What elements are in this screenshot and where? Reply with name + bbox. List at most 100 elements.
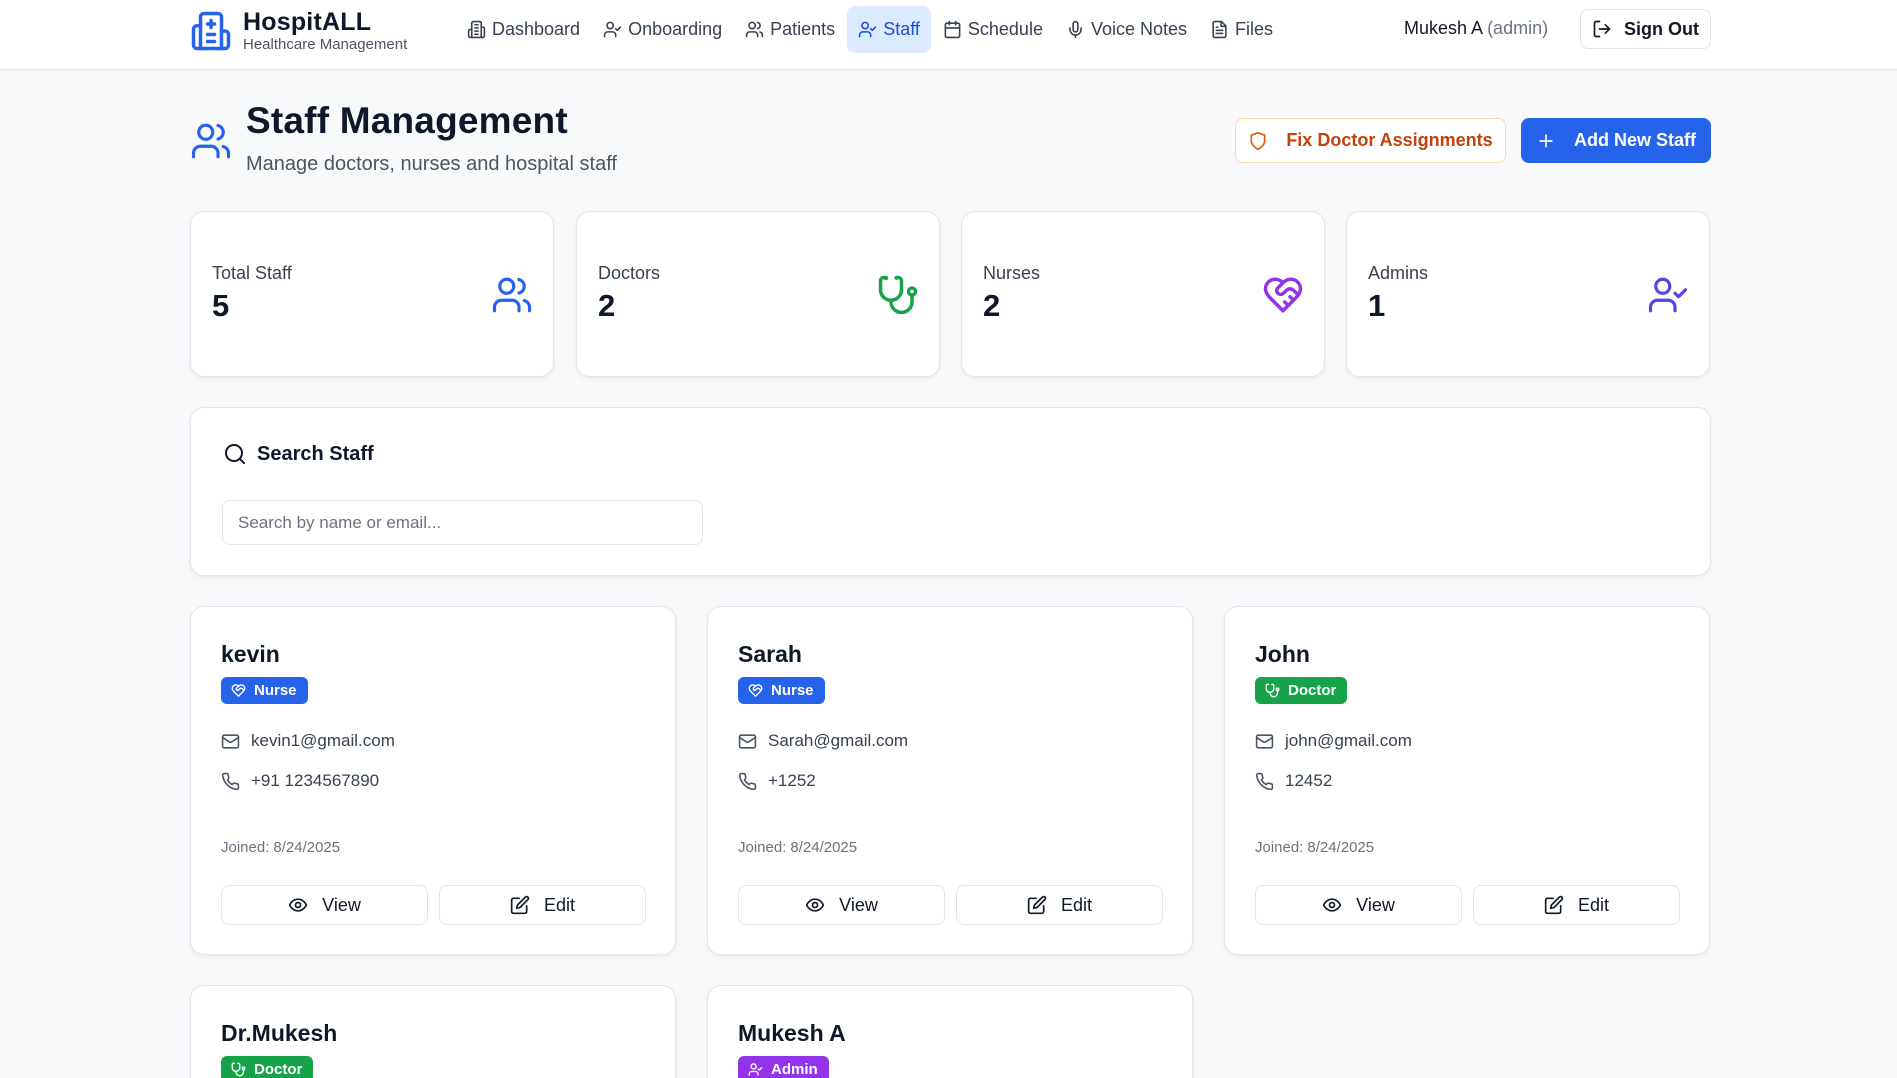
building-icon (467, 20, 492, 39)
staff-name: Sarah (738, 641, 802, 667)
mail-icon (738, 732, 768, 751)
view-button[interactable]: View (1255, 885, 1462, 925)
email-text: john@gmail.com (1285, 731, 1412, 750)
nav-onboarding[interactable]: Onboarding (592, 6, 733, 53)
view-button[interactable]: View (221, 885, 428, 925)
joined-label: Joined: (738, 839, 787, 856)
email-text: Sarah@gmail.com (768, 731, 909, 750)
edit-button[interactable]: Edit (1473, 885, 1680, 925)
email-text: kevin1@gmail.com (251, 731, 395, 750)
eye-icon (1322, 895, 1356, 915)
staff-email: john@gmail.com (1255, 731, 1412, 751)
search-staff-panel: Search Staff (190, 407, 1711, 576)
joined-label: Joined: (1255, 839, 1304, 856)
edit-icon (1027, 895, 1061, 915)
phone-text: +91 1234567890 (251, 771, 380, 790)
stethoscope-icon (1265, 683, 1288, 698)
sign-out-button[interactable]: Sign Out (1580, 9, 1711, 49)
joined-label: Joined: (221, 839, 270, 856)
phone-text: 12452 (1285, 771, 1333, 790)
staff-card: John Doctor john@gmail.com 12452 Joined:… (1224, 606, 1710, 955)
fix-doctor-assignments-button[interactable]: Fix Doctor Assignments (1235, 118, 1506, 163)
user-check-icon (858, 20, 883, 39)
add-new-staff-button[interactable]: Add New Staff (1521, 118, 1711, 163)
nav-voice-notes[interactable]: Voice Notes (1055, 6, 1198, 53)
nav-dashboard[interactable]: Dashboard (456, 6, 591, 53)
stat-value: 5 (212, 288, 230, 323)
role-label: Doctor (254, 1061, 303, 1078)
joined-value: 8/24/2025 (790, 839, 858, 856)
stat-value: 1 (1368, 288, 1386, 323)
shield-icon (1248, 131, 1286, 151)
staff-phone: +1252 (738, 771, 816, 791)
brand-subtitle: Healthcare Management (243, 36, 408, 53)
user-check-icon (603, 20, 628, 39)
search-input[interactable] (222, 500, 703, 545)
stethoscope-icon (877, 274, 919, 316)
staff-card: Sarah Nurse Sarah@gmail.com +1252 Joined… (707, 606, 1193, 955)
edit-label: Edit (1577, 894, 1610, 915)
stat-card-total-staff: Total Staff 5 (190, 211, 554, 377)
role-label: Doctor (1288, 682, 1337, 699)
staff-phone: 12452 (1255, 771, 1332, 791)
nav-files[interactable]: Files (1199, 6, 1284, 53)
stat-label: Total Staff (212, 263, 292, 283)
nav-staff[interactable]: Staff (847, 6, 931, 53)
staff-name: Dr.Mukesh (221, 1020, 338, 1046)
edit-button[interactable]: Edit (439, 885, 646, 925)
main-nav: Dashboard Onboarding Patients Staff Sche… (456, 6, 1285, 53)
phone-icon (1255, 772, 1285, 791)
view-button[interactable]: View (738, 885, 945, 925)
nav-label: Onboarding (628, 19, 723, 39)
joined-value: 8/24/2025 (273, 839, 341, 856)
edit-label: Edit (1060, 894, 1093, 915)
view-label: View (1356, 894, 1395, 915)
nav-patients[interactable]: Patients (734, 6, 846, 53)
stat-card-doctors: Doctors 2 (576, 211, 940, 377)
role-label: Nurse (771, 682, 814, 699)
role-badge: Nurse (738, 677, 825, 704)
staff-phone: +91 1234567890 (221, 771, 379, 791)
mail-icon (221, 732, 251, 751)
nav-label: Files (1235, 19, 1274, 39)
eye-icon (805, 895, 839, 915)
search-staff-title: Search Staff (257, 442, 374, 465)
staff-email: kevin1@gmail.com (221, 731, 395, 751)
mail-icon (1255, 732, 1285, 751)
brand[interactable]: HospitALL Healthcare Management (190, 8, 407, 54)
phone-icon (221, 772, 251, 791)
sign-out-label: Sign Out (1624, 18, 1699, 39)
log-out-icon (1592, 19, 1624, 39)
phone-text: +1252 (768, 771, 816, 790)
role-label: Nurse (254, 682, 297, 699)
edit-label: Edit (543, 894, 576, 915)
joined-value: 8/24/2025 (1307, 839, 1375, 856)
hospital-logo-icon (190, 10, 232, 52)
joined-date: Joined: 8/24/2025 (221, 839, 340, 856)
role-badge: Doctor (221, 1056, 314, 1078)
search-icon (223, 442, 257, 466)
eye-icon (288, 895, 322, 915)
users-icon (491, 274, 533, 316)
calendar-icon (943, 20, 968, 39)
staff-name: Mukesh A (738, 1020, 846, 1046)
nav-schedule[interactable]: Schedule (932, 6, 1054, 53)
edit-button[interactable]: Edit (956, 885, 1163, 925)
edit-icon (1544, 895, 1578, 915)
nav-label: Schedule (967, 19, 1043, 39)
staff-card: Mukesh A Admin (707, 985, 1193, 1078)
fix-doctor-assignments-label: Fix Doctor Assignments (1286, 130, 1493, 150)
user-check-icon (1647, 274, 1689, 316)
heart-handshake-icon (231, 683, 254, 698)
brand-title: HospitALL (243, 8, 372, 36)
page-title: Staff Management (246, 100, 568, 141)
view-label: View (322, 894, 361, 915)
top-navigation-bar: HospitALL Healthcare Management Dashboar… (0, 0, 1897, 70)
staff-email: Sarah@gmail.com (738, 731, 908, 751)
page-subtitle: Manage doctors, nurses and hospital staf… (246, 153, 617, 175)
role-badge: Nurse (221, 677, 308, 704)
view-label: View (839, 894, 878, 915)
users-icon (190, 120, 232, 162)
nav-label: Voice Notes (1090, 19, 1188, 39)
stat-label: Doctors (598, 263, 661, 283)
